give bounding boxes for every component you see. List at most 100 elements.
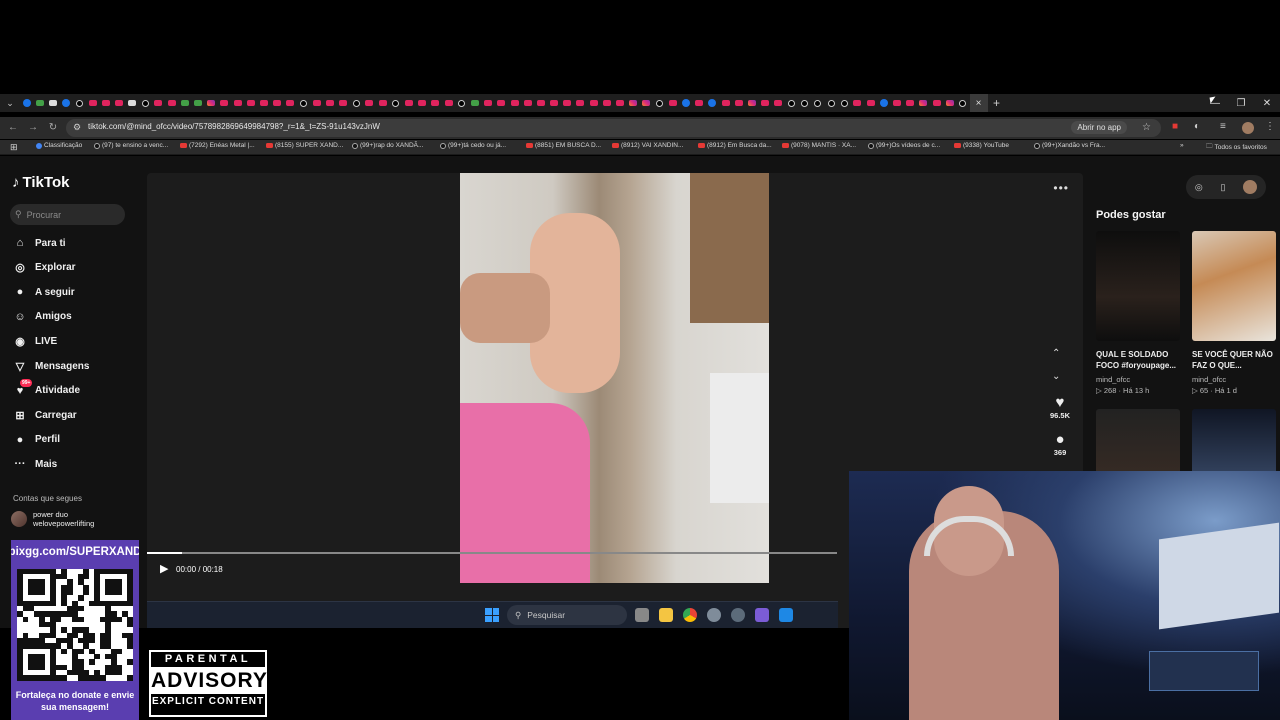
bookmark-item[interactable]: (97) te ensino a venc... bbox=[94, 142, 168, 149]
browser-tab[interactable] bbox=[587, 94, 600, 112]
browser-tab[interactable] bbox=[600, 94, 613, 112]
browser-tab[interactable] bbox=[442, 94, 455, 112]
browser-tab[interactable] bbox=[956, 94, 969, 112]
coins-icon[interactable]: ◎ bbox=[1195, 182, 1203, 193]
recommended-video-user[interactable]: mind_ofcc bbox=[1192, 375, 1226, 384]
apps-grid-icon[interactable]: ⊞ bbox=[10, 142, 18, 153]
bookmark-item[interactable]: (99+)tá cedo ou já... bbox=[440, 142, 506, 149]
profile-avatar[interactable] bbox=[1242, 122, 1254, 134]
browser-tab[interactable] bbox=[824, 94, 837, 112]
nav-item-mais[interactable]: ··· Mais bbox=[12, 456, 58, 472]
bookmark-item[interactable]: (9338) YouTube bbox=[954, 142, 1009, 149]
bookmark-item[interactable]: Classificação bbox=[36, 142, 82, 149]
browser-tab[interactable] bbox=[152, 94, 165, 112]
recommended-video-title[interactable]: QUAL E SOLDADO FOCO #foryoupage... bbox=[1096, 349, 1184, 371]
bookmark-item[interactable]: (8851) EM BUSCA D... bbox=[526, 142, 601, 149]
back-button[interactable]: ← bbox=[6, 120, 20, 136]
tab-search-dropdown[interactable]: ⌄ bbox=[0, 94, 20, 112]
open-in-app-button[interactable]: Abrir no app bbox=[1071, 121, 1127, 134]
tiktok-logo[interactable]: ♪ TikTok bbox=[12, 174, 69, 191]
browser-tab[interactable] bbox=[890, 94, 903, 112]
settings-icon[interactable] bbox=[707, 608, 721, 622]
browser-tab[interactable] bbox=[468, 94, 481, 112]
browser-tab[interactable] bbox=[811, 94, 824, 112]
nav-item-carregar[interactable]: ⊞ Carregar bbox=[12, 407, 76, 423]
browser-tab[interactable] bbox=[666, 94, 679, 112]
browser-tab[interactable] bbox=[679, 94, 692, 112]
browser-tab[interactable] bbox=[798, 94, 811, 112]
video-frame[interactable] bbox=[460, 173, 769, 583]
nav-item-live[interactable]: ◉ LIVE bbox=[12, 333, 57, 349]
browser-tab[interactable] bbox=[745, 94, 758, 112]
browser-tab[interactable] bbox=[33, 94, 46, 112]
app-icon[interactable] bbox=[755, 608, 769, 622]
bookmark-item[interactable]: (99+)rap do XANDÃ... bbox=[352, 142, 423, 149]
recommended-video-title[interactable]: SE VOCÊ QUER NÃO FAZ O QUE... bbox=[1192, 349, 1280, 371]
browser-tab[interactable] bbox=[693, 94, 706, 112]
browser-tab[interactable] bbox=[257, 94, 270, 112]
extension-icon[interactable]: ■ bbox=[1172, 121, 1178, 132]
browser-tab[interactable] bbox=[864, 94, 877, 112]
browser-tab[interactable] bbox=[640, 94, 653, 112]
browser-tab[interactable] bbox=[363, 94, 376, 112]
browser-tab[interactable] bbox=[613, 94, 626, 112]
next-video-icon[interactable]: ⌄ bbox=[1052, 371, 1060, 382]
bookmark-star-icon[interactable]: ☆ bbox=[1142, 122, 1151, 133]
browser-tab[interactable] bbox=[838, 94, 851, 112]
browser-tab[interactable] bbox=[627, 94, 640, 112]
site-info-icon[interactable]: ⚙ bbox=[73, 122, 81, 133]
browser-tab[interactable] bbox=[73, 94, 86, 112]
browser-tab[interactable] bbox=[284, 94, 297, 112]
browser-tab[interactable] bbox=[178, 94, 191, 112]
browser-tab[interactable] bbox=[205, 94, 218, 112]
task-view-icon[interactable] bbox=[635, 608, 649, 622]
nav-item-amigos[interactable]: ☺ Amigos bbox=[12, 309, 71, 325]
nav-item-a-seguir[interactable]: ● A seguir bbox=[12, 284, 75, 300]
nav-item-mensagens[interactable]: ▽ Mensagens bbox=[12, 358, 90, 374]
kebab-menu-icon[interactable]: ⋮ bbox=[1265, 121, 1275, 132]
browser-tab[interactable] bbox=[376, 94, 389, 112]
close-window-button[interactable]: ✕ bbox=[1254, 94, 1280, 112]
browser-tab[interactable] bbox=[191, 94, 204, 112]
file-explorer-icon[interactable] bbox=[659, 608, 673, 622]
app-icon[interactable] bbox=[731, 608, 745, 622]
address-bar[interactable]: ⚙ tiktok.com/@mind_ofcc/video/7578982869… bbox=[66, 119, 1161, 137]
browser-tab[interactable] bbox=[231, 94, 244, 112]
browser-tab[interactable] bbox=[851, 94, 864, 112]
browser-tab[interactable] bbox=[653, 94, 666, 112]
new-tab-button[interactable]: + bbox=[988, 96, 1006, 110]
url-text[interactable]: tiktok.com/@mind_ofcc/video/757898286964… bbox=[88, 122, 380, 131]
browser-tab[interactable] bbox=[244, 94, 257, 112]
chrome-icon[interactable] bbox=[683, 608, 697, 622]
browser-tab[interactable] bbox=[165, 94, 178, 112]
browser-tab[interactable] bbox=[772, 94, 785, 112]
browser-tab[interactable] bbox=[877, 94, 890, 112]
restore-button[interactable]: ❐ bbox=[1228, 94, 1254, 112]
browser-tab[interactable] bbox=[218, 94, 231, 112]
bookmark-item[interactable]: (8912) VAI XANDIN... bbox=[612, 142, 683, 149]
forward-button[interactable]: → bbox=[26, 120, 40, 136]
browser-tab[interactable] bbox=[574, 94, 587, 112]
browser-tab[interactable] bbox=[271, 94, 284, 112]
active-tab-close-button[interactable]: × bbox=[969, 94, 988, 112]
bookmark-item[interactable]: (99+)Xandão vs Fra... bbox=[1034, 142, 1105, 149]
browser-tab[interactable] bbox=[759, 94, 772, 112]
browser-tab[interactable] bbox=[785, 94, 798, 112]
browser-tab[interactable] bbox=[548, 94, 561, 112]
browser-tab[interactable] bbox=[99, 94, 112, 112]
following-account[interactable]: power duo welovepowerlifting bbox=[11, 510, 94, 528]
windows-start-icon[interactable] bbox=[485, 608, 499, 622]
browser-tab[interactable] bbox=[350, 94, 363, 112]
browser-tab[interactable] bbox=[389, 94, 402, 112]
browser-tab[interactable] bbox=[86, 94, 99, 112]
browser-tab[interactable] bbox=[495, 94, 508, 112]
browser-tab[interactable] bbox=[508, 94, 521, 112]
browser-tab[interactable] bbox=[561, 94, 574, 112]
more-options-icon[interactable]: ••• bbox=[1053, 181, 1069, 195]
video-progress-bar[interactable] bbox=[147, 552, 837, 554]
browser-tab[interactable] bbox=[706, 94, 719, 112]
all-favorites-folder[interactable]: 🗀 Todos os favoritos bbox=[1206, 142, 1267, 153]
browser-tab[interactable] bbox=[719, 94, 732, 112]
device-icon[interactable]: ▯ bbox=[1220, 182, 1225, 193]
extension-icon[interactable]: ◐ bbox=[1194, 121, 1200, 132]
